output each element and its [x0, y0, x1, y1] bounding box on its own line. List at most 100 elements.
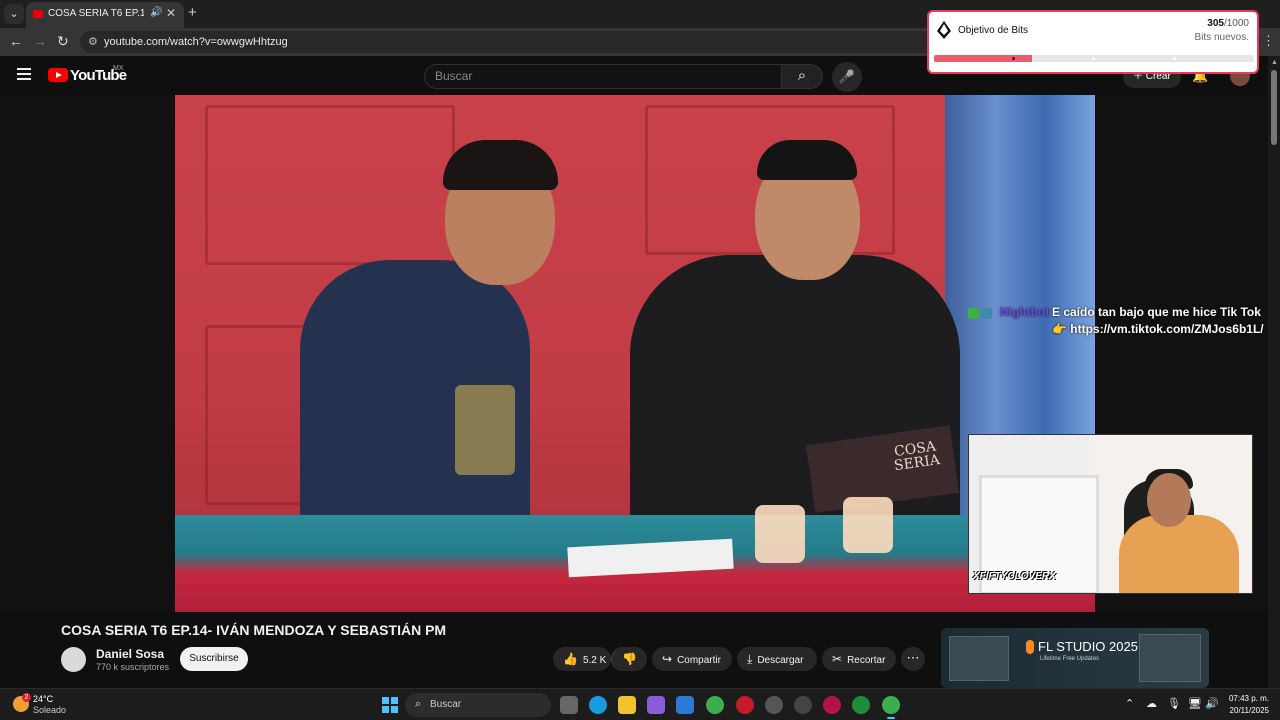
- thumbs-up-icon: 👍: [563, 652, 578, 666]
- webcam-tag: XFIFTYCLOVERX: [973, 571, 1056, 582]
- streamer: [1119, 515, 1239, 593]
- site-info-icon[interactable]: ⚙: [88, 35, 98, 48]
- taskbar-search-text: Buscar: [430, 699, 462, 710]
- wall-panel: [205, 105, 455, 265]
- weather-condition[interactable]: Soleado: [33, 705, 66, 715]
- chrome-active-icon[interactable]: [882, 696, 900, 714]
- like-count: 5.2 K: [582, 655, 607, 666]
- forward-arrow-icon[interactable]: →: [33, 33, 47, 49]
- thumbs-down-icon: 👎: [622, 652, 637, 666]
- onedrive-icon[interactable]: ☁: [1146, 697, 1157, 710]
- scissors-icon: ✂: [832, 652, 843, 666]
- video-title: COSA SERIA T6 EP.14- IVÁN MENDOZA Y SEBA…: [61, 622, 447, 638]
- voice-search-button[interactable]: 🎤: [832, 62, 862, 92]
- clip-label: Recortar: [847, 655, 886, 666]
- tray-overflow-icon[interactable]: ⌃: [1125, 697, 1134, 710]
- chat-badges: [968, 307, 996, 319]
- region-code: MX: [113, 65, 124, 72]
- webcam-overlay: XFIFTYCLOVERX: [968, 434, 1253, 594]
- azure-icon[interactable]: [676, 696, 694, 714]
- ad-title: FL STUDIO 2025: [1038, 639, 1138, 654]
- dislike-button[interactable]: 👎: [611, 647, 647, 671]
- chrome-icon[interactable]: [706, 696, 724, 714]
- show-card-text: COSA SERIA: [893, 438, 941, 475]
- back-arrow-icon[interactable]: ←: [9, 33, 23, 49]
- channel-name[interactable]: Daniel Sosa: [96, 647, 164, 661]
- bits-total: /1000: [1223, 18, 1249, 29]
- more-actions-icon[interactable]: ⋯: [901, 647, 925, 671]
- microphone-icon: 🎤: [838, 69, 856, 84]
- red-app-icon[interactable]: [736, 696, 754, 714]
- microphone-tray-icon[interactable]: 🎙: [1167, 697, 1181, 710]
- hamburger-menu-icon[interactable]: [17, 68, 31, 80]
- chat-username: Nightbot: [1000, 305, 1050, 319]
- active-app-indicator: [887, 717, 895, 719]
- settings-icon[interactable]: [765, 696, 783, 714]
- download-label: Descargar: [757, 655, 804, 666]
- youtube-logo-icon[interactable]: [48, 68, 68, 82]
- network-icon[interactable]: 🖥: [1188, 697, 1202, 710]
- tab-search-button[interactable]: ⌄: [4, 4, 24, 24]
- search-icon: ⌕: [415, 698, 422, 710]
- share-label: Compartir: [677, 655, 721, 666]
- bits-current: 305: [1207, 18, 1224, 29]
- beer-glass: [455, 385, 515, 475]
- tab-title: COSA SERIA T6 EP.14- IVÁN MENDOZA Y SEBA…: [48, 8, 144, 19]
- fl-studio-logo-icon: [1026, 640, 1034, 654]
- url-text[interactable]: youtube.com/watch?v=owwgwHhtzug: [104, 36, 288, 48]
- search-icon: ⌕: [797, 67, 807, 84]
- bits-milestone-dot: [1173, 57, 1176, 60]
- candle: [843, 497, 893, 553]
- ad-screenshot: [1139, 634, 1201, 682]
- moderator-badge-icon: [981, 308, 992, 319]
- taskbar-search[interactable]: ⌕ Buscar: [405, 693, 551, 717]
- drink-glass: [789, 335, 823, 415]
- page-scrollbar[interactable]: ▲: [1268, 56, 1280, 688]
- download-button[interactable]: ⤓ Descargar: [737, 647, 817, 671]
- share-button[interactable]: ↪ Compartir: [652, 647, 732, 671]
- volume-icon[interactable]: 🔊: [1205, 697, 1219, 710]
- channel-avatar[interactable]: [61, 647, 86, 672]
- video-player[interactable]: COSA SERIA Nightbot E caído tan bajo que…: [0, 95, 1268, 612]
- bits-gem-icon: [937, 21, 951, 39]
- clock-date[interactable]: 20/11/2025: [1221, 706, 1269, 715]
- host-right-hair: [757, 140, 857, 180]
- weather-temperature[interactable]: 24°C: [33, 694, 53, 704]
- bits-goal-title: Objetivo de Bits: [958, 25, 1029, 36]
- search-input[interactable]: Buscar: [424, 64, 782, 89]
- search-button[interactable]: ⌕: [781, 64, 823, 89]
- bits-progress-bar: [934, 55, 1254, 62]
- xbox-icon[interactable]: [852, 696, 870, 714]
- windows-taskbar: 2 24°C Soleado ⌕ Buscar ⌃ ☁ 🎙 🖥 🔊 07:43 …: [0, 688, 1280, 720]
- windows-start-icon[interactable]: [382, 697, 398, 713]
- affinity-icon[interactable]: [647, 696, 665, 714]
- video-frame[interactable]: COSA SERIA: [175, 95, 1095, 612]
- file-explorer-icon[interactable]: [618, 696, 636, 714]
- chat-text: E caído tan bajo que me hice Tik Tok 👉 h…: [1052, 305, 1264, 336]
- bits-subtitle: Bits nuevos.: [1194, 32, 1249, 43]
- bits-goal-widget: Objetivo de Bits 305/1000 Bits nuevos.: [927, 10, 1259, 74]
- weather-badge: 2: [22, 693, 31, 702]
- close-tab-icon[interactable]: ✕: [166, 6, 176, 20]
- candle: [755, 505, 805, 563]
- bits-milestone-dot: [1012, 57, 1015, 60]
- subscribe-button[interactable]: Suscribirse: [180, 647, 248, 671]
- edge-icon[interactable]: [589, 696, 607, 714]
- clock-time[interactable]: 07:43 p. m.: [1227, 694, 1269, 703]
- speaker-icon[interactable]: 🔊: [150, 7, 162, 18]
- share-icon: ↪: [662, 652, 673, 666]
- browser-menu-icon[interactable]: ⋮: [1262, 33, 1275, 49]
- clip-button[interactable]: ✂ Recortar: [822, 647, 896, 671]
- steam-icon[interactable]: [794, 696, 812, 714]
- youtube-favicon-icon: [33, 10, 43, 18]
- scroll-up-icon[interactable]: ▲: [1271, 59, 1278, 66]
- scrollbar-thumb[interactable]: [1271, 70, 1277, 145]
- opera-gx-icon[interactable]: [823, 696, 841, 714]
- ad-banner[interactable]: FL STUDIO 2025 Lifetime Free Updates: [941, 628, 1209, 688]
- task-view-icon[interactable]: [560, 696, 578, 714]
- browser-tab-active[interactable]: COSA SERIA T6 EP.14- IVÁN MENDOZA Y SEBA…: [26, 2, 184, 28]
- verified-badge-icon: [968, 308, 979, 319]
- like-button[interactable]: 👍 5.2 K: [553, 647, 611, 671]
- new-tab-button[interactable]: +: [188, 4, 197, 21]
- reload-icon[interactable]: ↻: [57, 33, 69, 50]
